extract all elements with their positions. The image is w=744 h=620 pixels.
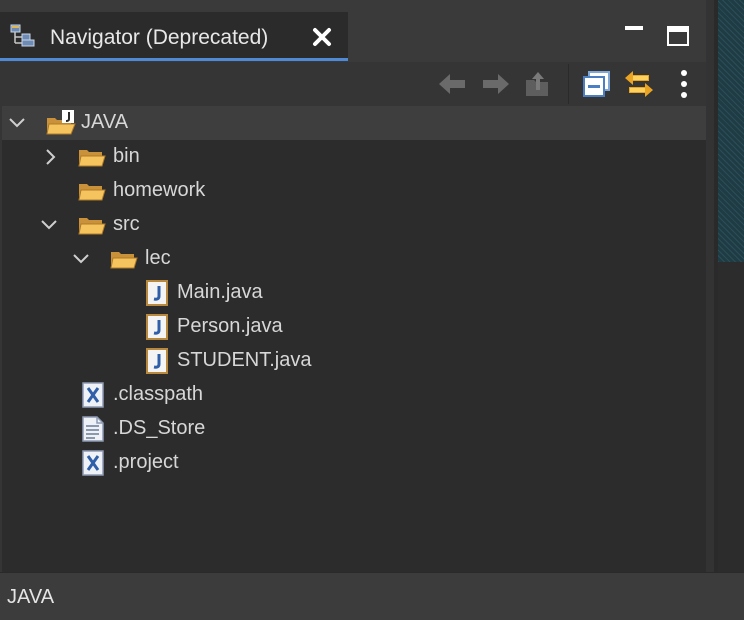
view-tab-bar: Navigator (Deprecated) <box>0 0 714 62</box>
tree-row-ds-store[interactable]: .DS_Store <box>2 412 706 446</box>
tab-title: Navigator (Deprecated) <box>50 26 269 49</box>
tree-row-homework[interactable]: homework <box>2 174 706 208</box>
folder-icon <box>110 246 138 272</box>
navigator-window: Navigator (Deprecated) JAVA bin homework… <box>0 0 744 620</box>
chevron-down-icon[interactable] <box>40 216 58 234</box>
java-file-icon <box>146 314 174 340</box>
link-with-editor-button[interactable] <box>623 68 655 100</box>
navigator-tab[interactable]: Navigator (Deprecated) <box>0 12 348 61</box>
navigator-tree[interactable]: JAVA bin homework src lec Main.java Pers… <box>2 106 706 572</box>
folder-icon <box>78 178 106 204</box>
navigator-icon <box>10 24 40 48</box>
xml-file-icon <box>82 450 110 476</box>
arrow-left-icon <box>439 74 465 94</box>
tree-row-main-java[interactable]: Main.java <box>2 276 706 310</box>
tree-row-project[interactable]: .project <box>2 446 706 480</box>
navigator-toolbar <box>0 62 714 106</box>
tree-row-label: .classpath <box>113 383 204 405</box>
up-folder-icon <box>526 72 548 96</box>
tree-row-src[interactable]: src <box>2 208 706 242</box>
tree-row-label: STUDENT.java <box>177 349 312 371</box>
link-arrows-icon <box>625 71 653 97</box>
chevron-down-icon[interactable] <box>8 114 26 132</box>
tree-row-label: .project <box>113 451 179 473</box>
status-bar: JAVA <box>0 572 744 620</box>
tree-row-label: lec <box>145 247 171 269</box>
tree-row-label: Person.java <box>177 315 283 337</box>
tree-row-label: homework <box>113 179 206 201</box>
tree-row-java[interactable]: JAVA <box>2 106 706 140</box>
arrow-right-icon <box>483 74 509 94</box>
editor-area-edge <box>718 0 744 262</box>
java-file-icon <box>146 280 174 306</box>
up-button[interactable] <box>522 68 554 100</box>
collapse-all-button[interactable] <box>581 68 613 100</box>
tree-row-label: src <box>113 213 140 235</box>
forward-button[interactable] <box>480 68 512 100</box>
tree-row-lec[interactable]: lec <box>2 242 706 276</box>
chevron-down-icon[interactable] <box>72 250 90 268</box>
tree-row-student-java[interactable]: STUDENT.java <box>2 344 706 378</box>
close-icon[interactable] <box>311 26 333 48</box>
tree-row-classpath[interactable]: .classpath <box>2 378 706 412</box>
right-lower-panel <box>718 262 744 572</box>
tree-row-person-java[interactable]: Person.java <box>2 310 706 344</box>
project-folder-icon <box>45 110 76 136</box>
folder-icon <box>78 212 106 238</box>
toolbar-separator <box>568 64 569 104</box>
tree-row-bin[interactable]: bin <box>2 140 706 174</box>
tree-row-label: bin <box>113 145 140 167</box>
tree-row-label: .DS_Store <box>113 417 206 439</box>
xml-file-icon <box>82 382 110 408</box>
folder-icon <box>78 144 106 170</box>
view-menu-button[interactable] <box>668 68 700 100</box>
status-text: JAVA <box>7 586 55 608</box>
back-button[interactable] <box>436 68 468 100</box>
maximize-icon[interactable] <box>667 26 689 46</box>
text-file-icon <box>82 416 110 442</box>
tree-row-label: Main.java <box>177 281 263 303</box>
minimize-icon[interactable] <box>624 18 644 38</box>
tree-row-label: JAVA <box>81 111 129 133</box>
java-file-icon <box>146 348 174 374</box>
chevron-right-icon[interactable] <box>42 148 60 166</box>
collapse-all-icon <box>583 71 610 97</box>
kebab-menu-icon <box>681 70 687 98</box>
